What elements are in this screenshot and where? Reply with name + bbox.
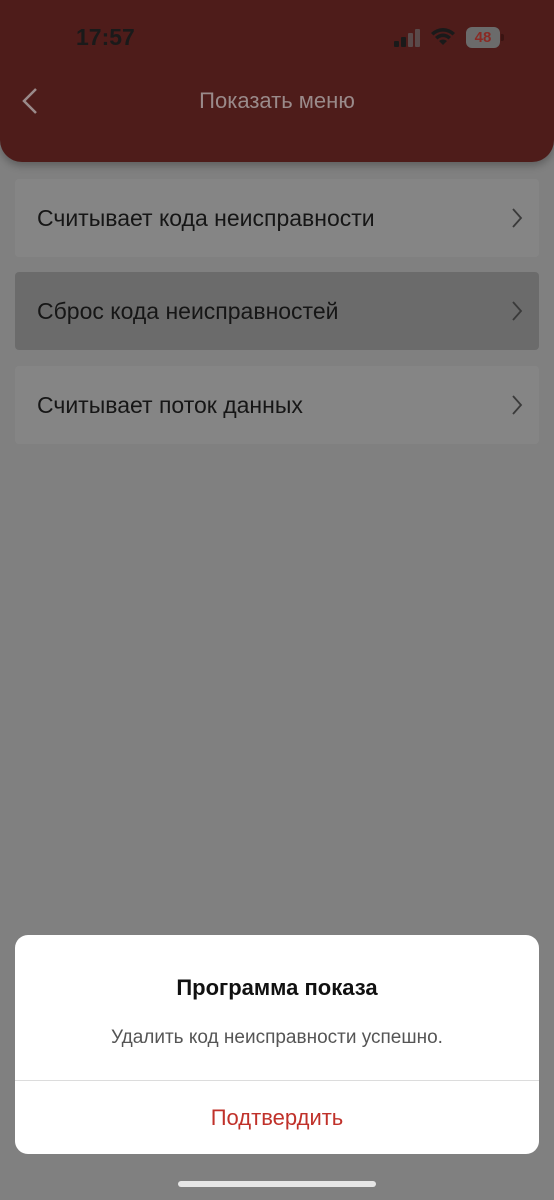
menu-item-label: Сброс кода неисправностей	[37, 298, 339, 324]
battery-level: 48	[466, 27, 500, 48]
confirm-button[interactable]: Подтвердить	[15, 1081, 539, 1154]
menu-item-read-fault-codes[interactable]: Считывает кода неисправности	[15, 179, 539, 257]
chevron-right-icon	[512, 301, 523, 321]
menu-item-label: Считывает поток данных	[37, 392, 303, 418]
page-title: Показать меню	[199, 88, 355, 113]
alert-dialog: Программа показа Удалить код неисправнос…	[15, 935, 539, 1154]
dialog-message: Удалить код неисправности успешно.	[111, 1027, 443, 1048]
battery-tip	[501, 34, 504, 41]
battery-icon: 48	[466, 27, 504, 48]
menu-item-reset-fault-codes[interactable]: Сброс кода неисправностей	[15, 272, 539, 350]
chevron-right-icon	[512, 208, 523, 228]
signal-icon	[394, 29, 420, 47]
dialog-title: Программа показа	[176, 975, 378, 1000]
chevron-right-icon	[512, 395, 523, 415]
menu-item-read-data-stream[interactable]: Считывает поток данных	[15, 366, 539, 444]
app-header: 17:57 48 Показать меню	[0, 0, 554, 162]
status-time: 17:57	[76, 24, 135, 50]
menu-item-label: Считывает кода неисправности	[37, 205, 375, 231]
wifi-icon	[431, 28, 455, 45]
home-indicator[interactable]	[178, 1181, 376, 1187]
